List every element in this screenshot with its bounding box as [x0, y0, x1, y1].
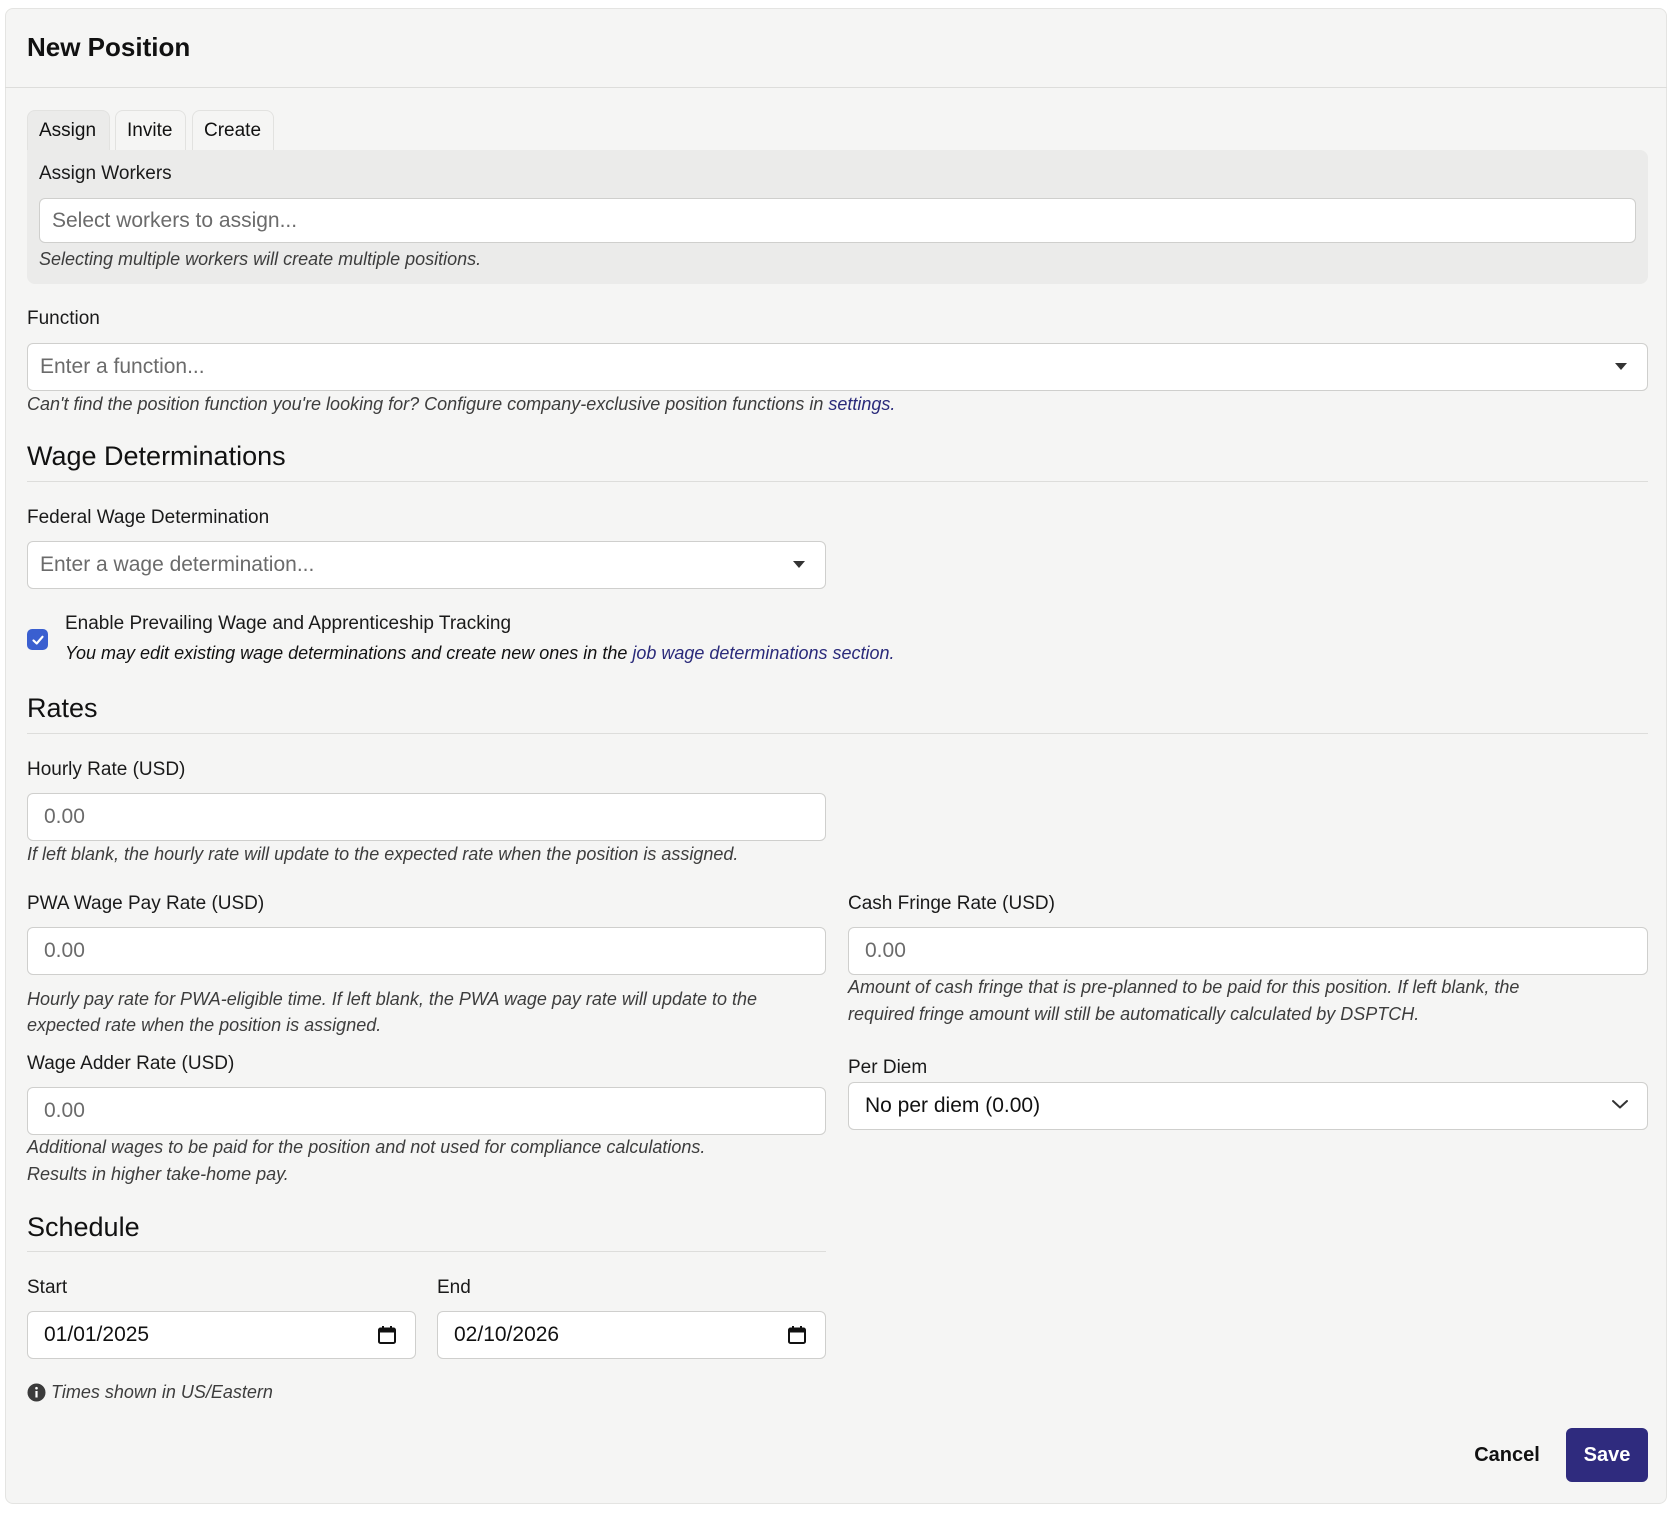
start-date-input[interactable]: 01/01/2025 — [27, 1311, 416, 1359]
cash-fringe-rate-label: Cash Fringe Rate (USD) — [848, 893, 1055, 914]
hourly-rate-hint: If left blank, the hourly rate will upda… — [27, 844, 739, 864]
federal-wage-determination-select[interactable]: Enter a wage determination... — [27, 541, 826, 589]
tab-assign[interactable]: Assign — [27, 110, 110, 150]
function-dropdown-caret-icon[interactable] — [1615, 363, 1627, 370]
pwa-wage-pay-rate-label: PWA Wage Pay Rate (USD) — [27, 893, 265, 914]
wage-adder-hint-line1: Additional wages to be paid for the posi… — [27, 1137, 706, 1157]
tab-create[interactable]: Create — [192, 110, 274, 150]
pwa-wage-pay-rate-input[interactable]: 0.00 — [27, 927, 826, 975]
prevailing-wage-hint: You may edit existing wage determination… — [65, 643, 895, 664]
per-diem-chevron-down-icon[interactable] — [1611, 1097, 1629, 1111]
checkmark-icon — [31, 635, 44, 645]
end-date-input[interactable]: 02/10/2026 — [437, 1311, 826, 1359]
wage-adder-hint-line2: Results in higher take-home pay. — [27, 1164, 289, 1184]
cash-fringe-hint-line1: Amount of cash fringe that is pre-planne… — [848, 977, 1520, 997]
function-hint-text: Can't find the position function you're … — [27, 394, 829, 414]
timezone-note: Times shown in US/Eastern — [51, 1382, 273, 1402]
pwa-wage-hint-line1: Hourly pay rate for PWA-eligible time. I… — [27, 989, 758, 1009]
cash-fringe-hint-line2: required fringe amount will still be aut… — [848, 1004, 1420, 1024]
cancel-button[interactable]: Cancel — [1462, 1428, 1552, 1482]
per-diem-label: Per Diem — [848, 1057, 928, 1078]
function-hint: Can't find the position function you're … — [27, 394, 895, 415]
settings-link[interactable]: settings. — [828, 394, 895, 414]
wage-determinations-divider — [27, 481, 1648, 482]
header-divider — [5, 87, 1667, 88]
schedule-heading: Schedule — [27, 1212, 140, 1242]
rates-divider — [27, 733, 1648, 734]
start-date-label: Start — [27, 1277, 68, 1298]
prevailing-wage-checkbox[interactable] — [27, 629, 48, 650]
start-calendar-icon[interactable] — [377, 1325, 397, 1345]
function-label: Function — [27, 308, 100, 329]
pwa-wage-hint-line2: expected rate when the position is assig… — [27, 1015, 382, 1035]
federal-wage-dropdown-caret-icon[interactable] — [793, 561, 805, 568]
prevailing-wage-hint-text: You may edit existing wage determination… — [65, 643, 633, 663]
job-wage-determinations-link[interactable]: job wage determinations section. — [632, 643, 894, 663]
cash-fringe-rate-input[interactable]: 0.00 — [848, 927, 1648, 975]
modal-title: New Position — [27, 32, 191, 62]
federal-wage-determination-label: Federal Wage Determination — [27, 507, 270, 528]
wage-adder-rate-input[interactable]: 0.00 — [27, 1087, 826, 1135]
assign-workers-label: Assign Workers — [39, 163, 172, 184]
hourly-rate-input[interactable]: 0.00 — [27, 793, 826, 841]
function-select[interactable]: Enter a function... — [27, 343, 1648, 391]
save-button[interactable]: Save — [1566, 1428, 1648, 1482]
assign-workers-hint: Selecting multiple workers will create m… — [39, 249, 482, 269]
schedule-divider — [27, 1251, 826, 1252]
end-calendar-icon[interactable] — [787, 1325, 807, 1345]
hourly-rate-label: Hourly Rate (USD) — [27, 759, 186, 780]
wage-determinations-heading: Wage Determinations — [27, 441, 286, 471]
wage-adder-rate-label: Wage Adder Rate (USD) — [27, 1053, 235, 1074]
tab-invite[interactable]: Invite — [115, 110, 186, 150]
end-date-label: End — [437, 1277, 471, 1298]
info-icon — [27, 1383, 46, 1402]
rates-heading: Rates — [27, 693, 98, 723]
prevailing-wage-label[interactable]: Enable Prevailing Wage and Apprenticeshi… — [65, 613, 511, 635]
per-diem-select[interactable]: No per diem (0.00) — [848, 1082, 1648, 1130]
assign-workers-input[interactable]: Select workers to assign... — [39, 198, 1636, 243]
